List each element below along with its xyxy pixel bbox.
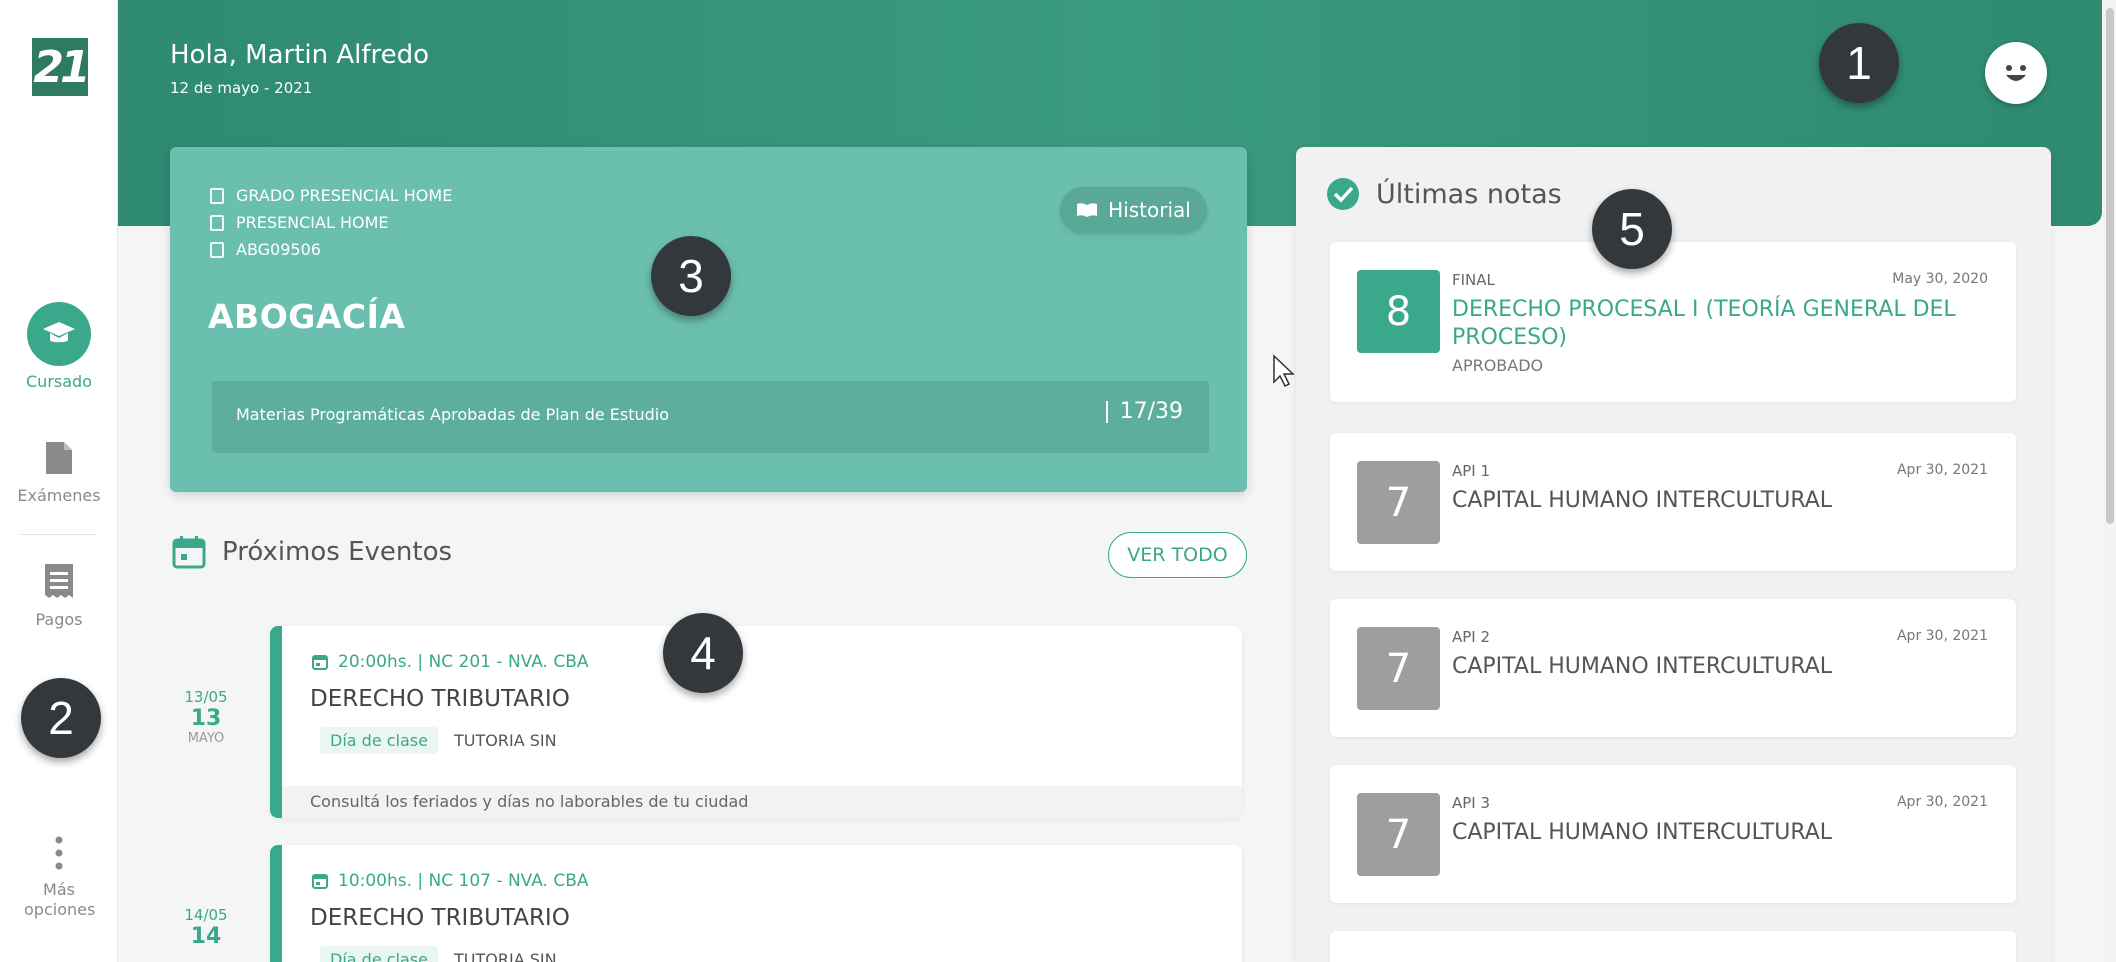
grade-value: 8 [1357,270,1440,353]
current-date: 12 de mayo - 2021 [170,79,313,97]
career-title: ABOGACÍA [208,297,406,336]
grade-type: FINAL [1452,271,1495,289]
grade-subject: DERECHO PROCESAL I (TEORÍA GENERAL DEL P… [1452,297,1956,350]
smiley-face-icon [2006,65,2026,81]
grade-value: 7 [1357,627,1440,710]
event-tag-secondary: TUTORIA SIN [454,950,557,962]
historial-label: Historial [1108,198,1191,222]
grade-card[interactable]: 7 API 1 Apr 30, 2021 CAPITAL HUMANO INTE… [1330,433,2016,571]
grade-card[interactable]: 7 API 3 Apr 30, 2021 CAPITAL HUMANO INTE… [1330,765,2016,903]
grade-date: May 30, 2020 [1892,271,1988,287]
career-modality-text: GRADO PRESENCIAL HOME [236,186,453,205]
calendar-icon [312,655,328,670]
sidebar-item-label: Más opciones [24,880,96,919]
event-day: 13 [190,706,222,731]
grade-card[interactable]: 8 FINAL May 30, 2020 DERECHO PROCESAL I … [1330,242,2016,402]
event-name: DERECHO TRIBUTARIO [310,905,570,931]
grade-type: API 2 [1452,628,1491,646]
event-time-text: 20:00hs. | NC 201 - NVA. CBA [338,652,589,672]
event-date: 13/05 13 MAYO [170,688,242,746]
career-progress: Materias Programáticas Aprobadas de Plan… [212,381,1209,453]
grade-date: Apr 30, 2021 [1896,462,1988,478]
check-circle-icon [1327,178,1359,210]
career-campus-text: PRESENCIAL HOME [236,213,389,232]
calendar-icon [312,874,328,889]
scrollbar-thumb[interactable] [2106,8,2114,524]
clipboard-icon [210,241,224,258]
callout-badge-3: 3 [651,236,731,316]
latest-grades-panel: Últimas notas 8 FINAL May 30, 2020 DEREC… [1296,147,2051,962]
graduation-cap-icon [27,302,91,366]
event-card[interactable]: 10:00hs. | NC 107 - NVA. CBA DERECHO TRI… [270,845,1242,962]
career-code: ABG09506 [210,240,321,259]
document-icon [46,442,72,474]
event-time: 10:00hs. | NC 107 - NVA. CBA [312,871,589,891]
career-card: GRADO PRESENCIAL HOME PRESENCIAL HOME AB… [170,147,1247,492]
receipt-icon [45,564,73,598]
grade-card[interactable]: 7 API 2 Apr 30, 2021 CAPITAL HUMANO INTE… [1330,599,2016,737]
more-vertical-icon [55,836,63,870]
sidebar-item-examenes[interactable]: Exámenes [0,440,118,505]
callout-badge-4: 4 [663,613,743,693]
sidebar-item-label: Pagos [35,610,83,629]
grade-value: 7 [1357,461,1440,544]
callout-badge-1: 1 [1819,23,1899,103]
sidebar: 21 Cursado Exámenes Pagos Más opciones [0,0,118,962]
divider [20,534,96,535]
grade-date: Apr 30, 2021 [1896,794,1988,810]
event-tag-secondary: TUTORIA SIN [454,731,557,750]
grade-subject: CAPITAL HUMANO INTERCULTURAL [1452,488,1833,513]
avatar[interactable] [1985,42,2047,104]
scrollbar[interactable] [2104,0,2116,962]
sidebar-item-cursado[interactable]: Cursado [0,302,118,391]
sidebar-item-label: Cursado [26,372,92,391]
grade-card[interactable] [1330,931,2016,962]
event-footer-link[interactable]: Consultá los feriados y días no laborabl… [282,786,1242,818]
event-time-text: 10:00hs. | NC 107 - NVA. CBA [338,871,589,891]
event-month: MAYO [187,731,225,746]
notes-header: Últimas notas [1326,177,1562,211]
event-name: DERECHO TRIBUTARIO [310,686,570,712]
sidebar-item-pagos[interactable]: Pagos [0,562,118,629]
calendar-icon [172,536,206,569]
notes-title: Últimas notas [1376,178,1562,210]
mouse-cursor-icon [1273,354,1295,388]
events-title: Próximos Eventos [222,537,453,567]
grade-value: 7 [1357,793,1440,876]
progress-value: 17/39 [1105,401,1183,423]
event-tag: Día de clase [320,727,438,754]
callout-badge-2: 2 [21,678,101,758]
career-campus: PRESENCIAL HOME [210,213,388,232]
career-modality: GRADO PRESENCIAL HOME [210,186,452,205]
callout-badge-5: 5 [1592,189,1672,269]
event-date-short: 14/05 [184,906,228,924]
building-icon [210,187,224,204]
sidebar-item-mas-opciones[interactable]: Más opciones [0,836,118,920]
book-icon [1077,203,1098,217]
greeting: Hola, Martin Alfredo [170,40,430,70]
briefcase-icon [210,214,224,231]
logo[interactable]: 21 [32,38,91,96]
historial-button[interactable]: Historial [1060,187,1207,233]
progress-label: Materias Programáticas Aprobadas de Plan… [236,405,670,424]
grade-subject: CAPITAL HUMANO INTERCULTURAL [1452,654,1833,679]
event-tag: Día de clase [320,946,438,962]
grade-type: API 1 [1452,462,1491,480]
grade-date: Apr 30, 2021 [1896,628,1988,644]
event-time: 20:00hs. | NC 201 - NVA. CBA [312,652,589,672]
career-code-text: ABG09506 [236,240,321,259]
events-header: Próximos Eventos [172,535,452,569]
event-date: 14/05 14 [170,906,242,949]
ver-todo-button[interactable]: VER TODO [1108,532,1247,578]
sidebar-item-label: Exámenes [17,486,101,505]
event-card[interactable]: 20:00hs. | NC 201 - NVA. CBA DERECHO TRI… [270,626,1242,818]
event-date-short: 13/05 [184,688,228,706]
grade-type: API 3 [1452,794,1491,812]
grade-subject: CAPITAL HUMANO INTERCULTURAL [1452,820,1833,845]
event-day: 14 [190,924,222,949]
grade-status: APROBADO [1452,356,1544,375]
